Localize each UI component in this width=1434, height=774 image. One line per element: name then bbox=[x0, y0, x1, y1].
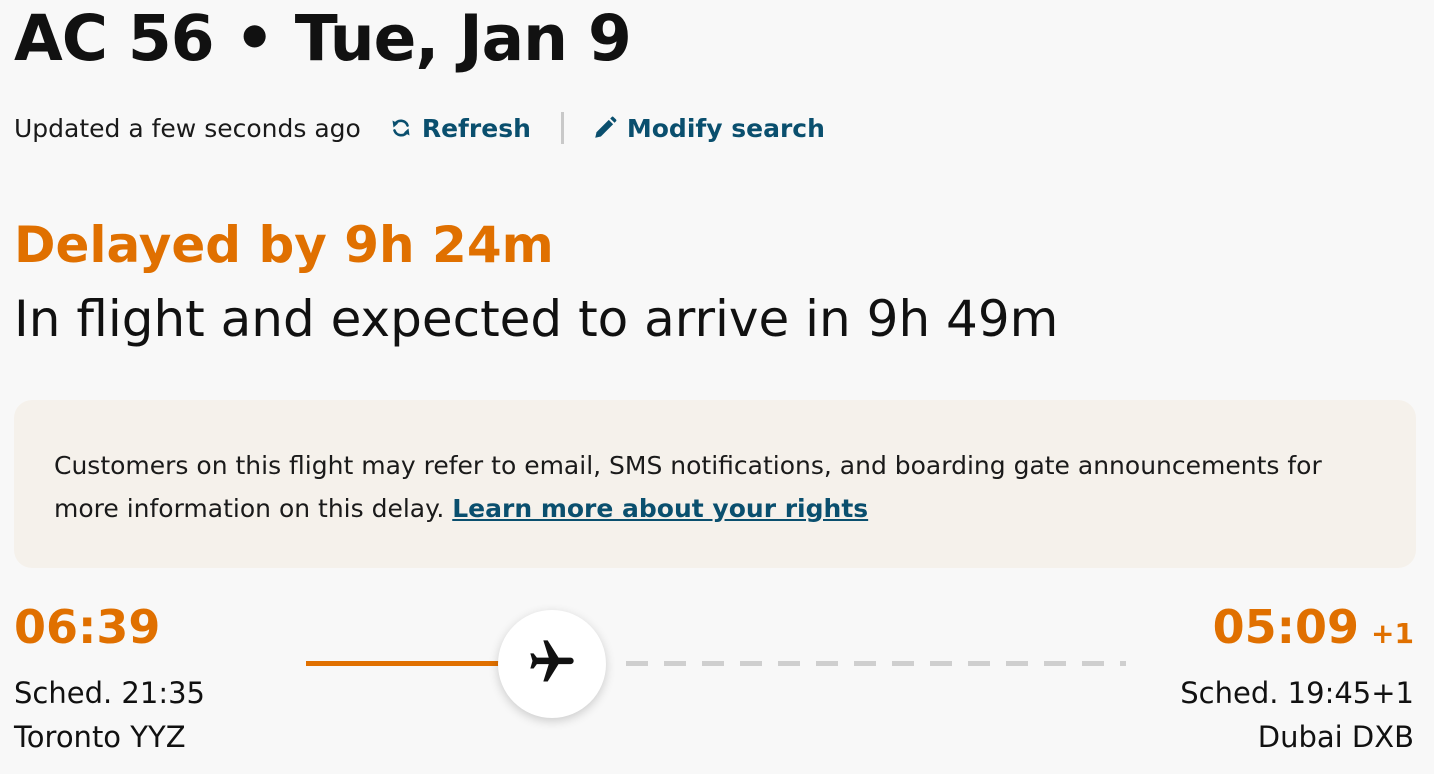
last-updated-text: Updated a few seconds ago bbox=[14, 113, 361, 143]
flight-position-marker bbox=[498, 610, 606, 718]
delay-notice: Customers on this flight may refer to em… bbox=[14, 400, 1416, 568]
airplane-icon bbox=[526, 636, 578, 692]
flight-status-page: AC 56 • Tue, Jan 9 Updated a few seconds… bbox=[0, 0, 1434, 774]
arrival-day-offset: +1 bbox=[1371, 617, 1414, 650]
modify-search-button[interactable]: Modify search bbox=[592, 114, 825, 143]
flight-progress-remaining bbox=[626, 661, 1126, 666]
pencil-icon bbox=[592, 115, 618, 141]
arrival-scheduled-time: Sched. 19:45+1 bbox=[1180, 676, 1414, 710]
update-bar: Updated a few seconds ago Refresh Modify… bbox=[14, 108, 825, 148]
page-title: AC 56 • Tue, Jan 9 bbox=[14, 2, 632, 75]
flight-progress-status: In flight and expected to arrive in 9h 4… bbox=[14, 290, 1059, 348]
action-divider bbox=[560, 112, 564, 144]
modify-search-label: Modify search bbox=[626, 113, 825, 143]
refresh-icon bbox=[389, 116, 413, 140]
arrival-city: Dubai DXB bbox=[1257, 720, 1414, 754]
refresh-button[interactable]: Refresh bbox=[389, 114, 531, 143]
departure-actual-time: 06:39 bbox=[14, 600, 161, 654]
learn-rights-link[interactable]: Learn more about your rights bbox=[452, 494, 868, 523]
refresh-label: Refresh bbox=[421, 113, 531, 143]
departure-city: Toronto YYZ bbox=[14, 720, 186, 754]
arrival-time-value: 05:09 bbox=[1212, 600, 1360, 654]
departure-scheduled-time: Sched. 21:35 bbox=[14, 676, 205, 710]
flight-progress-completed bbox=[306, 661, 506, 666]
delay-status: Delayed by 9h 24m bbox=[14, 216, 554, 274]
delay-notice-text: Customers on this flight may refer to em… bbox=[54, 444, 1376, 530]
arrival-actual-time: 05:09 +1 bbox=[1213, 600, 1414, 654]
